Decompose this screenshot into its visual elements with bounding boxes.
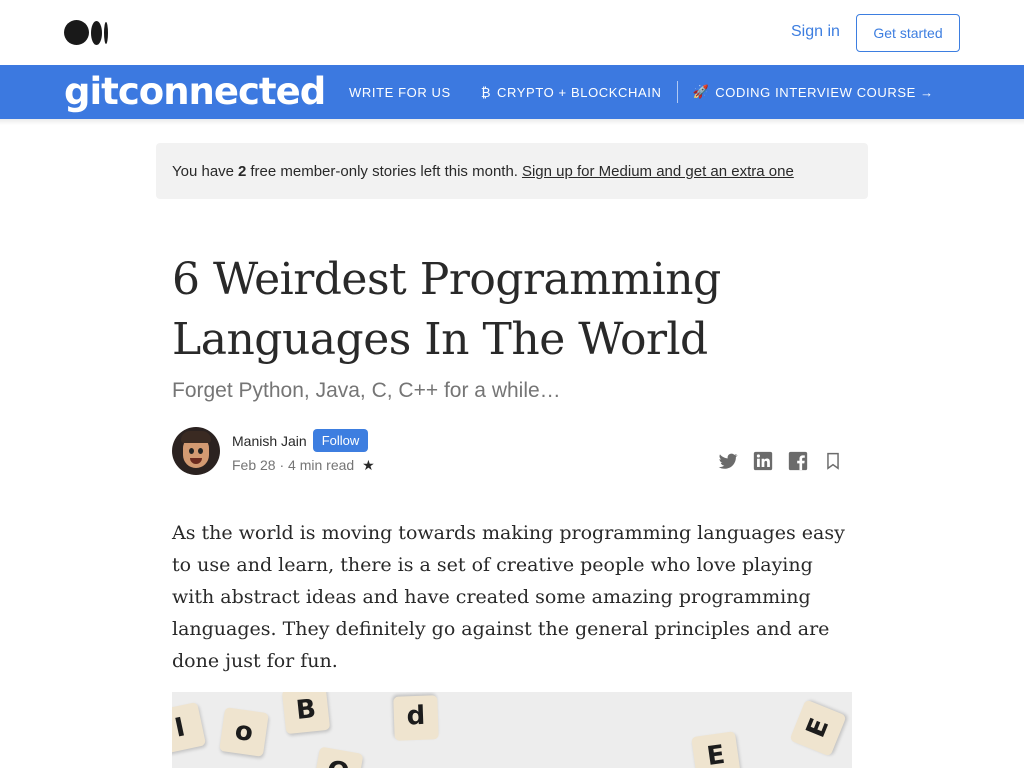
facebook-icon[interactable] xyxy=(787,450,809,472)
get-started-button[interactable]: Get started xyxy=(856,14,960,52)
nav-divider xyxy=(677,81,679,103)
nav-link-label: CODING INTERVIEW COURSE → xyxy=(715,84,934,100)
member-stories-banner: You have 2 free member-only stories left… xyxy=(156,143,868,199)
linkedin-icon[interactable] xyxy=(752,450,774,472)
letter-tile: p xyxy=(393,695,439,741)
article-meta: Feb 28 · 4 min read ★ xyxy=(232,457,375,473)
letter-tile: I xyxy=(172,701,207,755)
author-avatar[interactable] xyxy=(172,427,220,475)
member-star-icon: ★ xyxy=(362,457,375,473)
read-time: 4 min read xyxy=(288,457,355,473)
sign-up-link[interactable]: Sign up for Medium and get an extra one xyxy=(522,163,794,180)
article-subtitle: Forget Python, Java, C, C++ for a while… xyxy=(172,379,561,402)
bitcoin-icon: ₿ xyxy=(480,84,492,100)
letter-tile: E xyxy=(789,699,847,757)
letter-tile: B xyxy=(281,692,331,735)
article-body-paragraph: As the world is moving towards making pr… xyxy=(172,522,845,672)
top-bar: Sign in Get started xyxy=(0,0,1024,65)
publication-links: WRITE FOR US ₿ CRYPTO + BLOCKCHAIN 🚀 COD… xyxy=(349,65,934,119)
nav-link-label: CRYPTO + BLOCKCHAIN xyxy=(497,84,662,100)
publication-nav: gitconnected WRITE FOR US ₿ CRYPTO + BLO… xyxy=(0,65,1024,119)
publication-logo[interactable]: gitconnected xyxy=(64,70,326,114)
sign-in-link[interactable]: Sign in xyxy=(791,23,840,41)
rocket-icon: 🚀 xyxy=(692,84,710,99)
nav-link-coding-interview-course[interactable]: 🚀 CODING INTERVIEW COURSE → xyxy=(692,84,933,100)
banner-prefix: You have xyxy=(172,162,235,180)
letter-tile: O xyxy=(312,746,364,768)
medium-logo-icon[interactable] xyxy=(64,20,109,45)
nav-link-crypto-blockchain[interactable]: ₿ CRYPTO + BLOCKCHAIN xyxy=(481,85,662,100)
publish-date: Feb 28 xyxy=(232,457,276,473)
author-name[interactable]: Manish Jain xyxy=(232,433,307,449)
letter-tile: E xyxy=(691,731,741,768)
follow-button[interactable]: Follow xyxy=(313,429,368,452)
letter-tile: o xyxy=(219,707,269,757)
nav-shadow xyxy=(0,119,1024,125)
nav-link-label: WRITE FOR US xyxy=(349,84,451,100)
nav-link-write-for-us[interactable]: WRITE FOR US xyxy=(349,85,451,100)
article-title: 6 Weirdest Programming Languages In The … xyxy=(172,254,721,365)
article-hero-image: I o B O p E E xyxy=(172,692,852,768)
twitter-icon[interactable] xyxy=(717,450,739,472)
bookmark-icon[interactable] xyxy=(822,450,844,472)
banner-suffix: free member-only stories left this month… xyxy=(250,162,518,180)
banner-count: 2 xyxy=(238,162,247,180)
